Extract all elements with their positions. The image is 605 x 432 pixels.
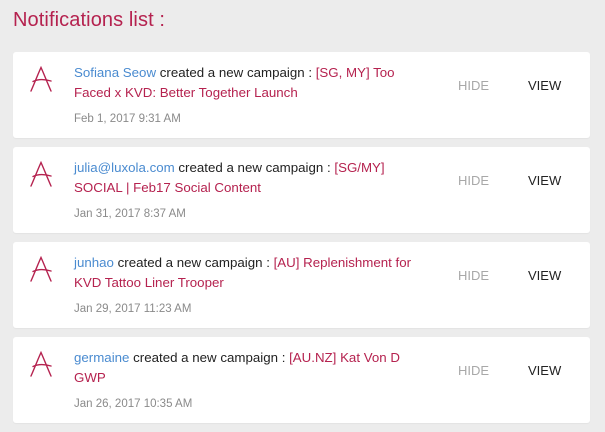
brand-a-logo-icon — [30, 161, 52, 187]
view-button[interactable]: VIEW — [528, 268, 561, 283]
action-text: created a new campaign : — [156, 65, 316, 80]
view-button[interactable]: VIEW — [528, 173, 561, 188]
action-text: created a new campaign : — [129, 350, 290, 365]
hide-button[interactable]: HIDE — [458, 363, 489, 378]
notification-timestamp: Jan 31, 2017 8:37 AM — [74, 208, 186, 220]
user-link[interactable]: Sofiana Seow — [74, 65, 156, 80]
user-link[interactable]: junhao — [74, 255, 114, 270]
view-button[interactable]: VIEW — [528, 363, 561, 378]
brand-a-logo-icon — [30, 66, 52, 92]
notification-message: germaine created a new campaign : [AU.NZ… — [74, 348, 414, 388]
notifications-list: Sofiana Seow created a new campaign : [S… — [13, 52, 605, 432]
action-text: created a new campaign : — [174, 160, 335, 175]
page-title: Notifications list : — [13, 9, 166, 31]
hide-button[interactable]: HIDE — [458, 268, 489, 283]
notification-message: julia@luxola.com created a new campaign … — [74, 158, 414, 198]
notification-card: julia@luxola.com created a new campaign … — [13, 147, 590, 233]
notification-timestamp: Feb 1, 2017 9:31 AM — [74, 113, 181, 125]
action-text: created a new campaign : — [113, 255, 274, 270]
user-link[interactable]: julia@luxola.com — [74, 160, 175, 175]
notification-card: germaine created a new campaign : [AU.NZ… — [13, 337, 590, 423]
notification-timestamp: Jan 26, 2017 10:35 AM — [74, 398, 193, 410]
hide-button[interactable]: HIDE — [458, 78, 489, 93]
notification-card: junhao created a new campaign : [AU] Rep… — [13, 242, 590, 328]
brand-a-logo-icon — [30, 256, 52, 282]
notification-message: Sofiana Seow created a new campaign : [S… — [74, 63, 414, 103]
view-button[interactable]: VIEW — [528, 78, 561, 93]
notification-timestamp: Jan 29, 2017 11:23 AM — [74, 303, 192, 315]
notification-message: junhao created a new campaign : [AU] Rep… — [74, 253, 414, 293]
user-link[interactable]: germaine — [74, 350, 129, 365]
notification-card: Sofiana Seow created a new campaign : [S… — [13, 52, 590, 138]
brand-a-logo-icon — [30, 351, 52, 377]
hide-button[interactable]: HIDE — [458, 173, 489, 188]
